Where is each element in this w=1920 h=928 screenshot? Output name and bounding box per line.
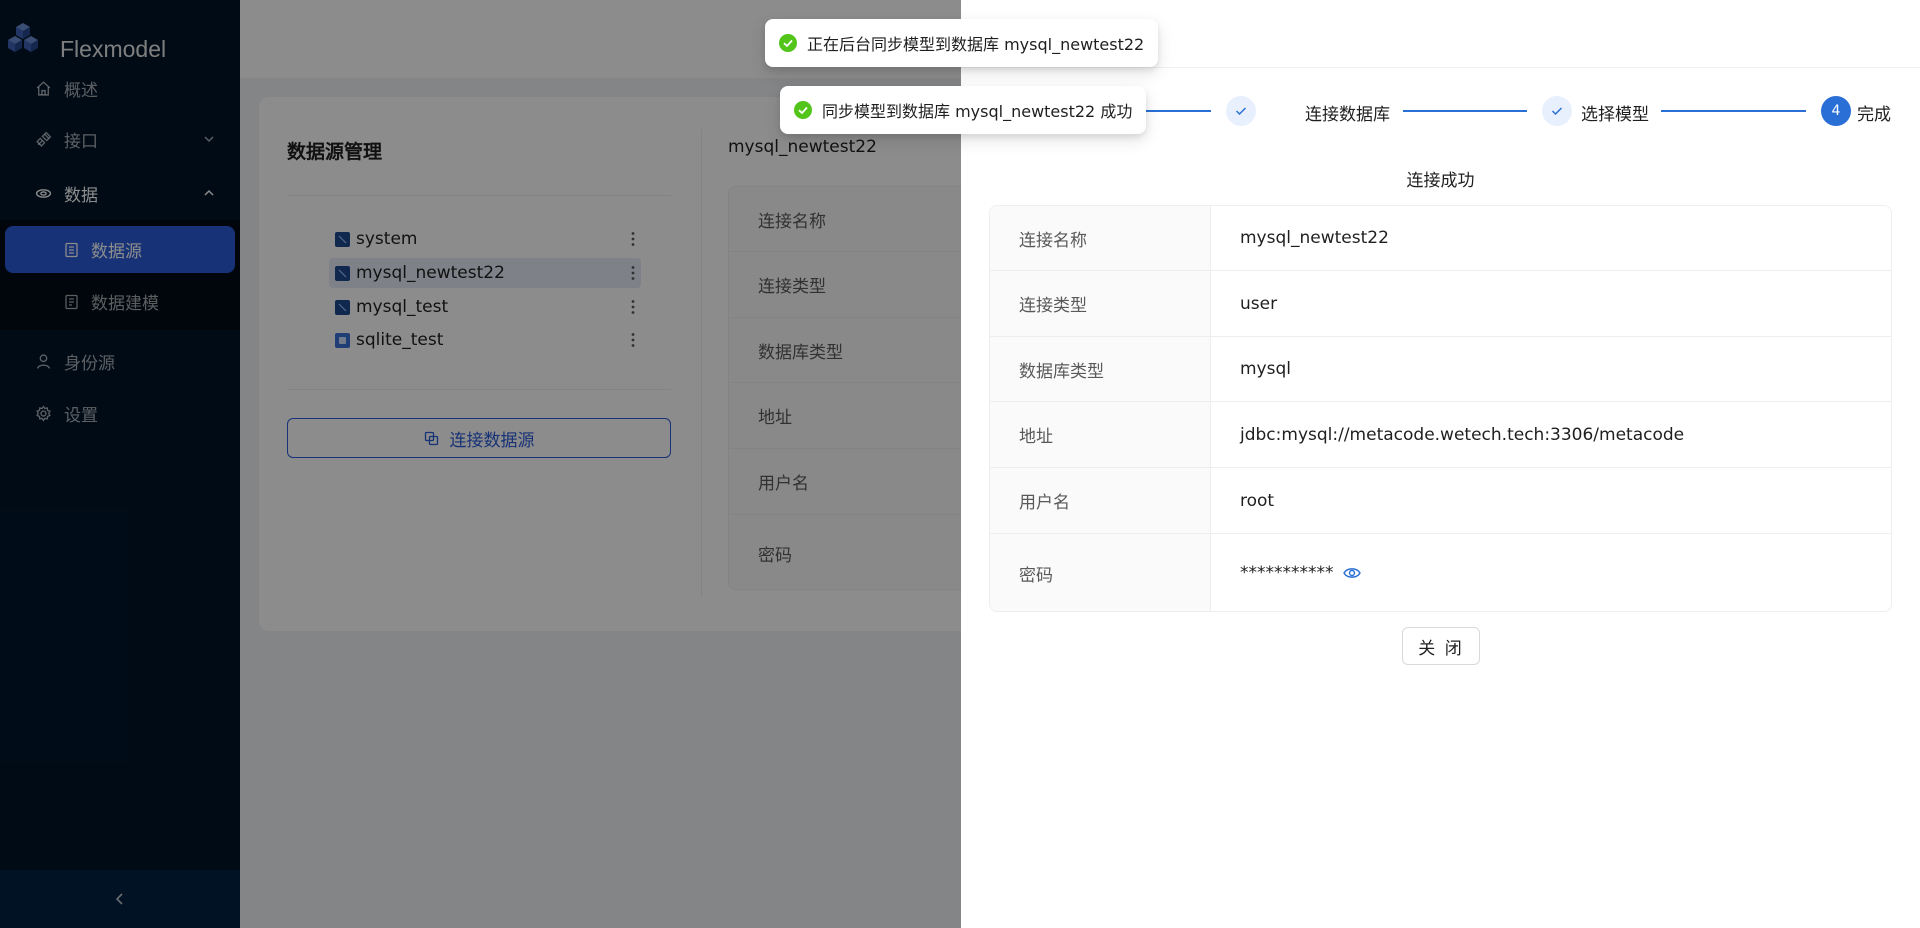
drawer-header-divider bbox=[961, 67, 1920, 68]
connection-status-title: 连接成功 bbox=[1406, 171, 1475, 191]
row-value: user bbox=[1240, 293, 1278, 314]
row-value: root bbox=[1240, 490, 1275, 511]
toast-sync-in-progress: 正在后台同步模型到数据库 mysql_newtest22 bbox=[765, 19, 1159, 67]
table-row: 用户名 root bbox=[990, 468, 1891, 534]
row-label: 用户名 bbox=[990, 468, 1211, 533]
modal-mask[interactable] bbox=[0, 0, 961, 928]
table-row: 连接类型 user bbox=[990, 271, 1891, 337]
table-row: 地址 jdbc:mysql://metacode.wetech.tech:330… bbox=[990, 402, 1891, 468]
row-value: mysql_newtest22 bbox=[1240, 228, 1389, 248]
row-label: 连接名称 bbox=[990, 206, 1211, 270]
connect-datasource-drawer: 连接数据库 选择模型 4 完成 连接成功 连接名称 mysql_newtest2… bbox=[961, 0, 1920, 928]
step-label: 连接数据库 bbox=[1305, 105, 1390, 125]
table-row: 数据库类型 mysql bbox=[990, 337, 1891, 402]
row-label: 地址 bbox=[990, 402, 1211, 467]
row-value: mysql bbox=[1240, 359, 1291, 379]
table-row: 连接名称 mysql_newtest22 bbox=[990, 206, 1891, 271]
table-row: 密码 *********** bbox=[990, 534, 1891, 611]
step-connector bbox=[1661, 110, 1806, 112]
step-number-badge: 4 bbox=[1821, 96, 1851, 126]
row-label: 密码 bbox=[990, 534, 1211, 611]
success-check-icon bbox=[794, 101, 812, 119]
close-button[interactable]: 关 闭 bbox=[1402, 627, 1480, 665]
success-check-icon bbox=[779, 34, 797, 52]
toast-message: 正在后台同步模型到数据库 mysql_newtest22 bbox=[807, 35, 1145, 54]
step-connector bbox=[1403, 110, 1527, 112]
row-value: jdbc:mysql://metacode.wetech.tech:3306/m… bbox=[1240, 424, 1685, 445]
connection-summary-table: 连接名称 mysql_newtest22 连接类型 user 数据库类型 mys… bbox=[989, 205, 1892, 612]
toast-message: 同步模型到数据库 mysql_newtest22 成功 bbox=[822, 102, 1133, 121]
password-value: *********** bbox=[1211, 563, 1891, 583]
step-done-icon bbox=[1542, 96, 1572, 126]
masked-password: *********** bbox=[1240, 563, 1334, 583]
step-connector bbox=[1141, 110, 1211, 112]
step-label: 完成 bbox=[1857, 105, 1891, 125]
step-done-icon bbox=[1226, 96, 1256, 126]
step-label: 选择模型 bbox=[1581, 105, 1649, 125]
eye-icon[interactable] bbox=[1342, 563, 1362, 583]
toast-sync-success: 同步模型到数据库 mysql_newtest22 成功 bbox=[780, 86, 1147, 134]
row-label: 连接类型 bbox=[990, 271, 1211, 336]
row-label: 数据库类型 bbox=[990, 337, 1211, 401]
